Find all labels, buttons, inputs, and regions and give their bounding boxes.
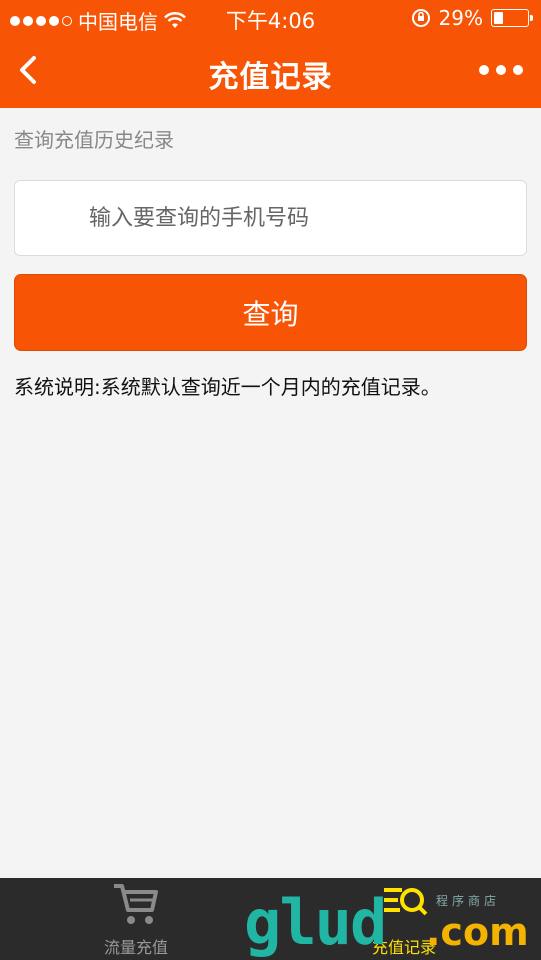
tab-label-data-recharge: 流量充值	[103, 938, 168, 957]
status-right: 29%	[411, 6, 533, 30]
page-title: 充值记录	[208, 60, 333, 95]
battery-percent: 29%	[438, 6, 483, 30]
watermark-suffix: .com	[426, 910, 529, 954]
query-hint: 查询充值历史纪录	[14, 128, 174, 152]
phone-number-input[interactable]	[14, 180, 527, 256]
cart-icon	[114, 884, 158, 924]
more-dots-icon[interactable]	[479, 56, 523, 84]
rotation-lock-icon	[411, 9, 430, 27]
query-button[interactable]: 查询	[14, 274, 527, 351]
watermark-small-text: 程序商店	[436, 894, 501, 908]
tab-data-recharge[interactable]: 流量充值	[88, 878, 184, 960]
watermark-text: glud	[244, 886, 387, 959]
system-note: 系统说明:系统默认查询近一个月内的充值记录。	[14, 375, 441, 399]
watermark-logo: glud 程序商店 .com	[244, 888, 541, 960]
status-bar: 中国电信 下午4:06 29%	[0, 0, 541, 34]
battery-icon	[491, 9, 533, 27]
nav-bar: 充值记录	[0, 34, 541, 108]
